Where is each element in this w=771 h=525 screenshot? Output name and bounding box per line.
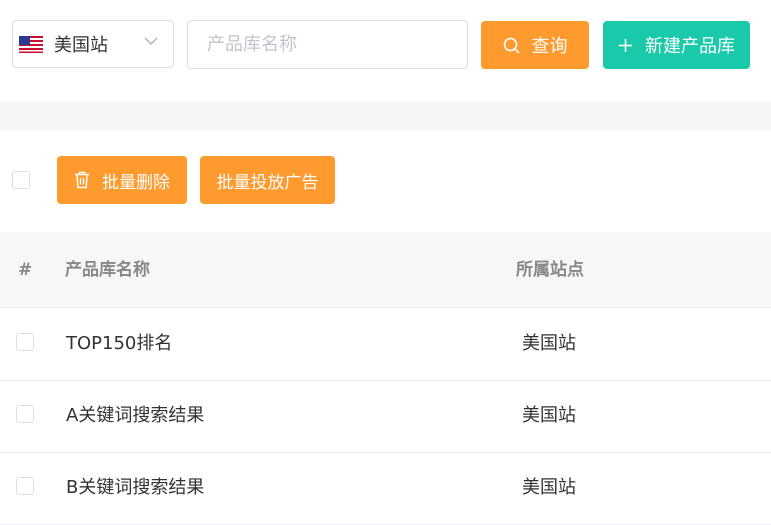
column-header-index: # [18, 260, 33, 280]
column-header-name[interactable]: 产品库名称 [65, 232, 150, 308]
bulk-ad-label: 批量投放广告 [216, 172, 319, 193]
plus-icon [619, 38, 632, 52]
search-icon [503, 37, 519, 53]
row-checkbox[interactable] [16, 477, 34, 495]
row-site: 美国站 [522, 333, 576, 354]
row-name: B关键词搜索结果 [66, 477, 205, 498]
site-select-value: 美国站 [54, 35, 108, 56]
row-site: 美国站 [522, 405, 576, 426]
table-row[interactable]: B关键词搜索结果 美国站 [0, 453, 771, 525]
create-button-label: 新建产品库 [645, 36, 735, 57]
row-site: 美国站 [522, 477, 576, 498]
chevron-down-icon [144, 37, 158, 46]
column-header-site[interactable]: 所属站点 [516, 232, 584, 308]
select-all-checkbox[interactable] [12, 171, 30, 189]
row-name: TOP150排名 [66, 333, 173, 354]
query-button[interactable]: 查询 [481, 21, 589, 69]
site-select[interactable]: 美国站 [12, 20, 174, 68]
query-button-label: 查询 [531, 36, 568, 57]
bulk-ad-button[interactable]: 批量投放广告 [200, 156, 335, 204]
table-row[interactable]: A关键词搜索结果 美国站 [0, 381, 771, 453]
create-product-library-button[interactable]: 新建产品库 [603, 21, 750, 69]
table-header: # 产品库名称 所属站点 [0, 232, 771, 308]
trash-icon [75, 171, 89, 189]
bulk-delete-label: 批量删除 [102, 172, 170, 193]
search-input[interactable] [187, 20, 468, 69]
section-divider [0, 102, 771, 130]
row-name: A关键词搜索结果 [66, 405, 205, 426]
us-flag-icon [19, 35, 43, 53]
row-checkbox[interactable] [16, 405, 34, 423]
bulk-delete-button[interactable]: 批量删除 [57, 156, 187, 204]
table-row[interactable]: TOP150排名 美国站 [0, 309, 771, 381]
row-checkbox[interactable] [16, 333, 34, 351]
